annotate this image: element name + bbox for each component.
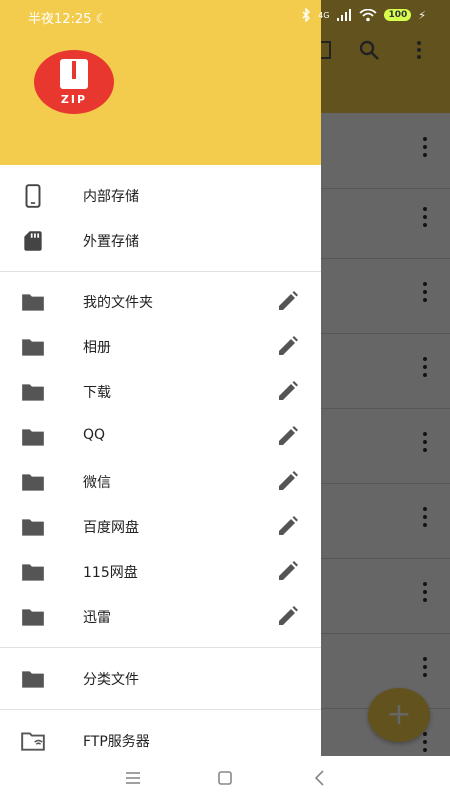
drawer-item-folder[interactable]: 相册 — [0, 324, 321, 369]
drawer-item-ftp-server[interactable]: FTP服务器 — [0, 718, 321, 756]
edit-icon[interactable] — [276, 469, 300, 493]
drawer-item-label: QQ — [83, 427, 106, 443]
navigation-drawer: ZIP 内部存储 外置存储 我的文件夹 相册 下载 QQ 微信 百度网盘 115… — [0, 0, 321, 756]
edit-icon[interactable] — [276, 289, 300, 313]
logo-text: ZIP — [60, 93, 88, 106]
folder-icon — [22, 474, 44, 491]
divider — [0, 709, 321, 710]
battery-indicator: 100 — [384, 9, 412, 21]
folder-icon — [22, 519, 44, 536]
drawer-item-label: 我的文件夹 — [83, 295, 153, 311]
edit-icon[interactable] — [276, 424, 300, 448]
bluetooth-icon — [302, 8, 311, 22]
drawer-item-external-storage[interactable]: 外置存储 — [0, 218, 321, 263]
drawer-item-folder[interactable]: QQ — [0, 414, 321, 459]
ftp-folder-icon — [21, 732, 45, 751]
folder-icon — [22, 384, 44, 401]
drawer-item-label: 百度网盘 — [83, 520, 139, 536]
charging-icon: ⚡ — [418, 8, 426, 22]
drawer-item-folder[interactable]: 百度网盘 — [0, 504, 321, 549]
drawer-item-label: 外置存储 — [83, 234, 139, 250]
drawer-item-label: 迅雷 — [83, 610, 111, 626]
sd-card-icon — [24, 231, 42, 251]
edit-icon[interactable] — [276, 379, 300, 403]
drawer-item-label: 内部存储 — [83, 189, 139, 205]
system-nav-bar — [0, 756, 450, 800]
folder-icon — [22, 429, 44, 446]
app-logo: ZIP — [34, 50, 114, 114]
divider — [0, 271, 321, 272]
edit-icon[interactable] — [276, 559, 300, 583]
drawer-item-folder[interactable]: 微信 — [0, 459, 321, 504]
phone-icon — [25, 184, 41, 208]
home-icon[interactable] — [215, 768, 235, 788]
drawer-item-label: 115网盘 — [83, 565, 138, 581]
drawer-item-label: 分类文件 — [83, 672, 139, 688]
folder-icon — [22, 564, 44, 581]
edit-icon[interactable] — [276, 514, 300, 538]
folder-icon — [22, 339, 44, 356]
wifi-icon — [359, 8, 378, 21]
drawer-item-folder[interactable]: 我的文件夹 — [0, 279, 321, 324]
drawer-item-folder[interactable]: 115网盘 — [0, 549, 321, 594]
signal-icon — [337, 8, 352, 21]
status-bar: 半夜12:25 ☾ 4G 100 ⚡ — [0, 0, 450, 32]
divider — [0, 647, 321, 648]
drawer-item-label: 微信 — [83, 475, 111, 491]
signal-label: 4G — [318, 10, 330, 20]
folder-icon — [22, 609, 44, 626]
back-icon[interactable] — [310, 768, 330, 788]
drawer-item-label: 下载 — [83, 385, 111, 401]
drawer-item-folder[interactable]: 迅雷 — [0, 594, 321, 639]
drawer-item-folder[interactable]: 下载 — [0, 369, 321, 414]
edit-icon[interactable] — [276, 604, 300, 628]
status-time: 半夜12:25 ☾ — [28, 12, 108, 27]
drawer-item-label: FTP服务器 — [83, 734, 150, 750]
edit-icon[interactable] — [276, 334, 300, 358]
folder-icon — [22, 671, 44, 688]
drawer-item-internal-storage[interactable]: 内部存储 — [0, 173, 321, 218]
menu-icon[interactable] — [123, 768, 143, 788]
drawer-item-label: 相册 — [83, 340, 111, 356]
folder-icon — [22, 294, 44, 311]
drawer-item-category-files[interactable]: 分类文件 — [0, 656, 321, 701]
